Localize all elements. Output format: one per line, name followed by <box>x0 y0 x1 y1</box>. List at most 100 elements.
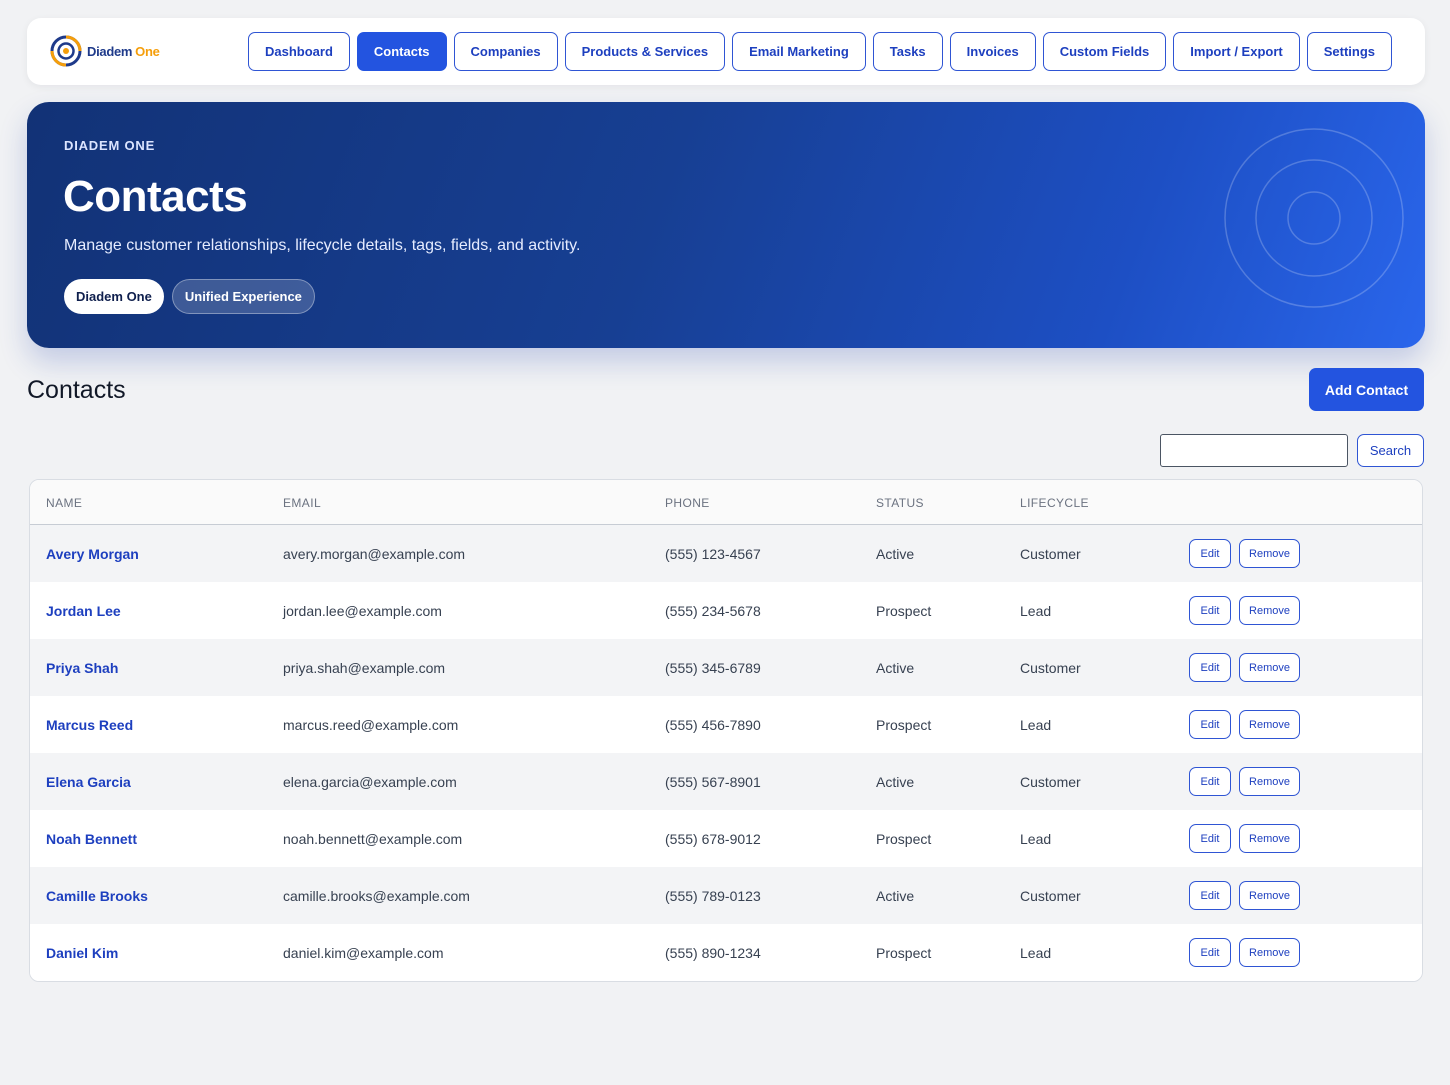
nav-contacts[interactable]: Contacts <box>356 32 447 71</box>
edit-button[interactable]: Edit <box>1189 653 1231 682</box>
contact-status: Prospect <box>876 831 932 847</box>
table-row: Daniel Kim daniel.kim@example.com (555) … <box>30 924 1422 981</box>
header-name: NAME <box>46 496 83 510</box>
pill-unified-experience: Unified Experience <box>171 279 315 314</box>
contact-status: Active <box>876 888 915 904</box>
hero-pills: Diadem One Unified Experience <box>64 279 315 314</box>
contacts-table: NAME EMAIL PHONE STATUS LIFECYCLE Avery … <box>29 479 1423 982</box>
header-status: STATUS <box>876 496 924 510</box>
contact-name-link[interactable]: Jordan Lee <box>46 603 121 619</box>
edit-button[interactable]: Edit <box>1189 881 1231 910</box>
edit-button[interactable]: Edit <box>1189 710 1231 739</box>
contact-email: priya.shah@example.com <box>283 660 446 676</box>
contact-phone: (555) 456-7890 <box>665 717 761 733</box>
contact-name-link[interactable]: Daniel Kim <box>46 945 118 961</box>
diadem-logo-icon <box>50 35 82 67</box>
remove-button[interactable]: Remove <box>1239 539 1300 568</box>
table-row: Noah Bennett noah.bennett@example.com (5… <box>30 810 1422 867</box>
nav-import-export[interactable]: Import / Export <box>1173 32 1300 71</box>
search-button[interactable]: Search <box>1357 434 1424 467</box>
contact-status: Prospect <box>876 603 932 619</box>
contact-lifecycle: Customer <box>1020 660 1081 676</box>
contact-lifecycle: Lead <box>1020 603 1052 619</box>
table-row: Avery Morgan avery.morgan@example.com (5… <box>30 525 1422 582</box>
contact-name-link[interactable]: Noah Bennett <box>46 831 137 847</box>
remove-button[interactable]: Remove <box>1239 824 1300 853</box>
nav-products-services[interactable]: Products & Services <box>564 32 726 71</box>
contact-phone: (555) 567-8901 <box>665 774 761 790</box>
contact-phone: (555) 234-5678 <box>665 603 761 619</box>
remove-button[interactable]: Remove <box>1239 710 1300 739</box>
add-contact-button[interactable]: Add Contact <box>1309 368 1424 411</box>
hero-subtitle: Manage customer relationships, lifecycle… <box>64 237 581 254</box>
remove-button[interactable]: Remove <box>1239 881 1300 910</box>
contact-name-link[interactable]: Priya Shah <box>46 660 118 676</box>
edit-button[interactable]: Edit <box>1189 938 1231 967</box>
hero-title: Contacts <box>63 172 248 221</box>
remove-button[interactable]: Remove <box>1239 938 1300 967</box>
contact-email: jordan.lee@example.com <box>283 603 442 619</box>
contact-phone: (555) 678-9012 <box>665 831 761 847</box>
hero-banner: DIADEM ONE Contacts Manage customer rela… <box>27 102 1425 348</box>
remove-button[interactable]: Remove <box>1239 596 1300 625</box>
edit-button[interactable]: Edit <box>1189 596 1231 625</box>
edit-button[interactable]: Edit <box>1189 539 1231 568</box>
row-actions: Edit Remove <box>1189 824 1300 853</box>
nav-dashboard[interactable]: Dashboard <box>248 32 350 71</box>
nav-email-marketing[interactable]: Email Marketing <box>732 32 866 71</box>
contact-name-link[interactable]: Marcus Reed <box>46 717 133 733</box>
top-navbar: Diadem One Dashboard Contacts Companies P… <box>27 18 1425 85</box>
concentric-rings-icon <box>1224 128 1404 308</box>
contact-name-link[interactable]: Avery Morgan <box>46 546 139 562</box>
brand-name-accent: One <box>135 43 160 59</box>
nav-companies[interactable]: Companies <box>453 32 558 71</box>
contact-lifecycle: Customer <box>1020 546 1081 562</box>
table-row: Jordan Lee jordan.lee@example.com (555) … <box>30 582 1422 639</box>
contact-name-link[interactable]: Elena Garcia <box>46 774 131 790</box>
edit-button[interactable]: Edit <box>1189 824 1231 853</box>
table-row: Elena Garcia elena.garcia@example.com (5… <box>30 753 1422 810</box>
nav-custom-fields[interactable]: Custom Fields <box>1042 32 1167 71</box>
contact-email: daniel.kim@example.com <box>283 945 444 961</box>
table-body: Avery Morgan avery.morgan@example.com (5… <box>30 525 1422 981</box>
row-actions: Edit Remove <box>1189 653 1300 682</box>
contact-email: noah.bennett@example.com <box>283 831 463 847</box>
table-row: Camille Brooks camille.brooks@example.co… <box>30 867 1422 924</box>
table-header: NAME EMAIL PHONE STATUS LIFECYCLE <box>30 480 1422 525</box>
brand-name-primary: Diadem <box>87 43 133 59</box>
contact-lifecycle: Lead <box>1020 945 1052 961</box>
nav-settings[interactable]: Settings <box>1306 32 1393 71</box>
contact-status: Active <box>876 546 915 562</box>
main-nav: Dashboard Contacts Companies Products & … <box>248 32 1393 71</box>
row-actions: Edit Remove <box>1189 881 1300 910</box>
brand-name: Diadem One <box>87 44 160 59</box>
row-actions: Edit Remove <box>1189 539 1300 568</box>
contact-phone: (555) 789-0123 <box>665 888 761 904</box>
contact-phone: (555) 890-1234 <box>665 945 761 961</box>
nav-tasks[interactable]: Tasks <box>872 32 943 71</box>
contact-lifecycle: Lead <box>1020 717 1052 733</box>
row-actions: Edit Remove <box>1189 938 1300 967</box>
header-email: EMAIL <box>283 496 322 510</box>
edit-button[interactable]: Edit <box>1189 767 1231 796</box>
contact-email: marcus.reed@example.com <box>283 717 459 733</box>
contact-phone: (555) 123-4567 <box>665 546 761 562</box>
remove-button[interactable]: Remove <box>1239 767 1300 796</box>
contact-lifecycle: Customer <box>1020 774 1081 790</box>
contact-status: Active <box>876 660 915 676</box>
pill-diadem-one: Diadem One <box>64 279 164 314</box>
nav-invoices[interactable]: Invoices <box>949 32 1036 71</box>
brand[interactable]: Diadem One <box>49 34 160 68</box>
remove-button[interactable]: Remove <box>1239 653 1300 682</box>
contact-name-link[interactable]: Camille Brooks <box>46 888 148 904</box>
contact-email: camille.brooks@example.com <box>283 888 470 904</box>
search-input[interactable] <box>1160 434 1348 467</box>
table-row: Priya Shah priya.shah@example.com (555) … <box>30 639 1422 696</box>
contact-status: Prospect <box>876 717 932 733</box>
contact-status: Prospect <box>876 945 932 961</box>
contact-phone: (555) 345-6789 <box>665 660 761 676</box>
header-phone: PHONE <box>665 496 710 510</box>
table-row: Marcus Reed marcus.reed@example.com (555… <box>30 696 1422 753</box>
row-actions: Edit Remove <box>1189 596 1300 625</box>
contact-lifecycle: Lead <box>1020 831 1052 847</box>
